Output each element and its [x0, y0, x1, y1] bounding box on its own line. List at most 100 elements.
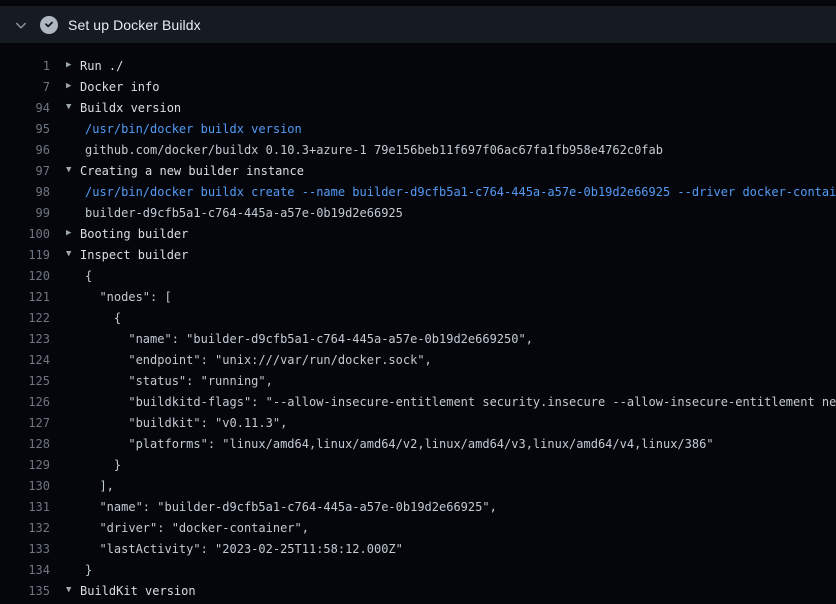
output-text: "platforms": "linux/amd64,linux/amd64/v2… [85, 434, 714, 455]
line-number[interactable]: 135 [0, 581, 50, 602]
output-text: github.com/docker/buildx 0.10.3+azure-1 … [85, 140, 663, 161]
line-number[interactable]: 120 [0, 266, 50, 287]
log-viewer: 1▶Run ./7▶Docker info94▼Buildx version95… [0, 43, 836, 604]
log-content: "endpoint": "unix:///var/run/docker.sock… [66, 350, 432, 371]
triangle-down-icon[interactable]: ▼ [66, 244, 80, 265]
line-number[interactable]: 124 [0, 350, 50, 371]
log-content: } [66, 560, 92, 581]
triangle-down-icon[interactable]: ▼ [66, 580, 80, 601]
triangle-right-icon[interactable]: ▶ [66, 223, 80, 244]
line-number[interactable]: 128 [0, 434, 50, 455]
group-toggle[interactable]: ▼Creating a new builder instance [66, 161, 304, 182]
line-number[interactable]: 94 [0, 98, 50, 119]
output-text: "name": "builder-d9cfb5a1-c764-445a-a57e… [85, 497, 497, 518]
triangle-down-icon[interactable]: ▼ [66, 160, 80, 181]
line-number[interactable]: 99 [0, 203, 50, 224]
log-content: "buildkit": "v0.11.3", [66, 413, 287, 434]
log-content: /usr/bin/docker buildx create --name bui… [66, 182, 836, 203]
line-number[interactable]: 121 [0, 287, 50, 308]
group-title[interactable]: Run ./ [80, 56, 123, 77]
log-content: "lastActivity": "2023-02-25T11:58:12.000… [66, 539, 403, 560]
log-content: /usr/bin/docker buildx version [66, 119, 302, 140]
group-title[interactable]: Buildx version [80, 98, 181, 119]
output-text: } [85, 455, 121, 476]
log-line-row: 132 "driver": "docker-container", [0, 518, 836, 539]
log-content: "buildkitd-flags": "--allow-insecure-ent… [66, 392, 836, 413]
output-text: "lastActivity": "2023-02-25T11:58:12.000… [85, 539, 403, 560]
group-title[interactable]: Creating a new builder instance [80, 161, 304, 182]
line-number[interactable]: 123 [0, 329, 50, 350]
line-number[interactable]: 132 [0, 518, 50, 539]
group-title[interactable]: BuildKit version [80, 581, 196, 602]
log-content: "platforms": "linux/amd64,linux/amd64/v2… [66, 434, 714, 455]
command-text: /usr/bin/docker buildx create --name bui… [85, 182, 836, 203]
log-line-row: 98/usr/bin/docker buildx create --name b… [0, 182, 836, 203]
log-group-row: 100 ▶Booting builder [0, 224, 836, 245]
group-toggle[interactable]: ▼Inspect builder [66, 245, 188, 266]
log-group-row: 7 ▶Docker info [0, 77, 836, 98]
log-content: "driver": "docker-container", [66, 518, 309, 539]
group-toggle[interactable]: ▶Docker info [66, 77, 159, 98]
log-line-row: 120 { [0, 266, 836, 287]
log-group-row: 94 ▼Buildx version [0, 98, 836, 119]
group-title[interactable]: Inspect builder [80, 245, 188, 266]
output-text: "buildkitd-flags": "--allow-insecure-ent… [85, 392, 836, 413]
triangle-right-icon[interactable]: ▶ [66, 55, 80, 76]
log-content: { [66, 266, 92, 287]
output-text: "status": "running", [85, 371, 273, 392]
log-line-row: 129 } [0, 455, 836, 476]
line-number[interactable]: 130 [0, 476, 50, 497]
group-toggle[interactable]: ▼BuildKit version [66, 581, 196, 602]
group-title[interactable]: Docker info [80, 77, 159, 98]
line-number[interactable]: 134 [0, 560, 50, 581]
group-toggle[interactable]: ▶Run ./ [66, 56, 123, 77]
line-number[interactable]: 100 [0, 224, 50, 245]
output-text: "buildkit": "v0.11.3", [85, 413, 287, 434]
group-toggle[interactable]: ▶Booting builder [66, 224, 188, 245]
line-number[interactable]: 129 [0, 455, 50, 476]
line-number[interactable]: 97 [0, 161, 50, 182]
log-group-row: 119 ▼Inspect builder [0, 245, 836, 266]
output-text: builder-d9cfb5a1-c764-445a-a57e-0b19d2e6… [85, 203, 403, 224]
log-content: ], [66, 476, 114, 497]
line-number[interactable]: 131 [0, 497, 50, 518]
triangle-down-icon[interactable]: ▼ [66, 97, 80, 118]
log-group-row: 1 ▶Run ./ [0, 56, 836, 77]
output-text: "nodes": [ [85, 287, 172, 308]
step-header[interactable]: Set up Docker Buildx [0, 6, 836, 43]
log-line-row: 124 "endpoint": "unix:///var/run/docker.… [0, 350, 836, 371]
line-number[interactable]: 7 [0, 77, 50, 98]
line-number[interactable]: 133 [0, 539, 50, 560]
log-line-row: 130 ], [0, 476, 836, 497]
log-content: "name": "builder-d9cfb5a1-c764-445a-a57e… [66, 497, 497, 518]
line-number[interactable]: 126 [0, 392, 50, 413]
line-number[interactable]: 98 [0, 182, 50, 203]
log-line-row: 121 "nodes": [ [0, 287, 836, 308]
line-number[interactable]: 96 [0, 140, 50, 161]
step-title: Set up Docker Buildx [68, 17, 201, 33]
line-number[interactable]: 95 [0, 119, 50, 140]
log-group-row: 135 ▼BuildKit version [0, 581, 836, 602]
chevron-down-icon[interactable] [13, 17, 29, 33]
group-title[interactable]: Booting builder [80, 224, 188, 245]
log-content: { [66, 308, 121, 329]
output-text: "driver": "docker-container", [85, 518, 309, 539]
log-content: "nodes": [ [66, 287, 172, 308]
log-content: github.com/docker/buildx 0.10.3+azure-1 … [66, 140, 663, 161]
line-number[interactable]: 122 [0, 308, 50, 329]
triangle-right-icon[interactable]: ▶ [66, 76, 80, 97]
log-line-row: 123 "name": "builder-d9cfb5a1-c764-445a-… [0, 329, 836, 350]
line-number[interactable]: 125 [0, 371, 50, 392]
line-number[interactable]: 119 [0, 245, 50, 266]
log-line-row: 128 "platforms": "linux/amd64,linux/amd6… [0, 434, 836, 455]
log-line-row: 122 { [0, 308, 836, 329]
group-toggle[interactable]: ▼Buildx version [66, 98, 181, 119]
success-check-icon [40, 16, 58, 34]
log-line-row: 134} [0, 560, 836, 581]
output-text: { [85, 308, 121, 329]
line-number[interactable]: 1 [0, 56, 50, 77]
log-content: } [66, 455, 121, 476]
line-number[interactable]: 127 [0, 413, 50, 434]
log-line-row: 127 "buildkit": "v0.11.3", [0, 413, 836, 434]
log-line-row: 133 "lastActivity": "2023-02-25T11:58:12… [0, 539, 836, 560]
